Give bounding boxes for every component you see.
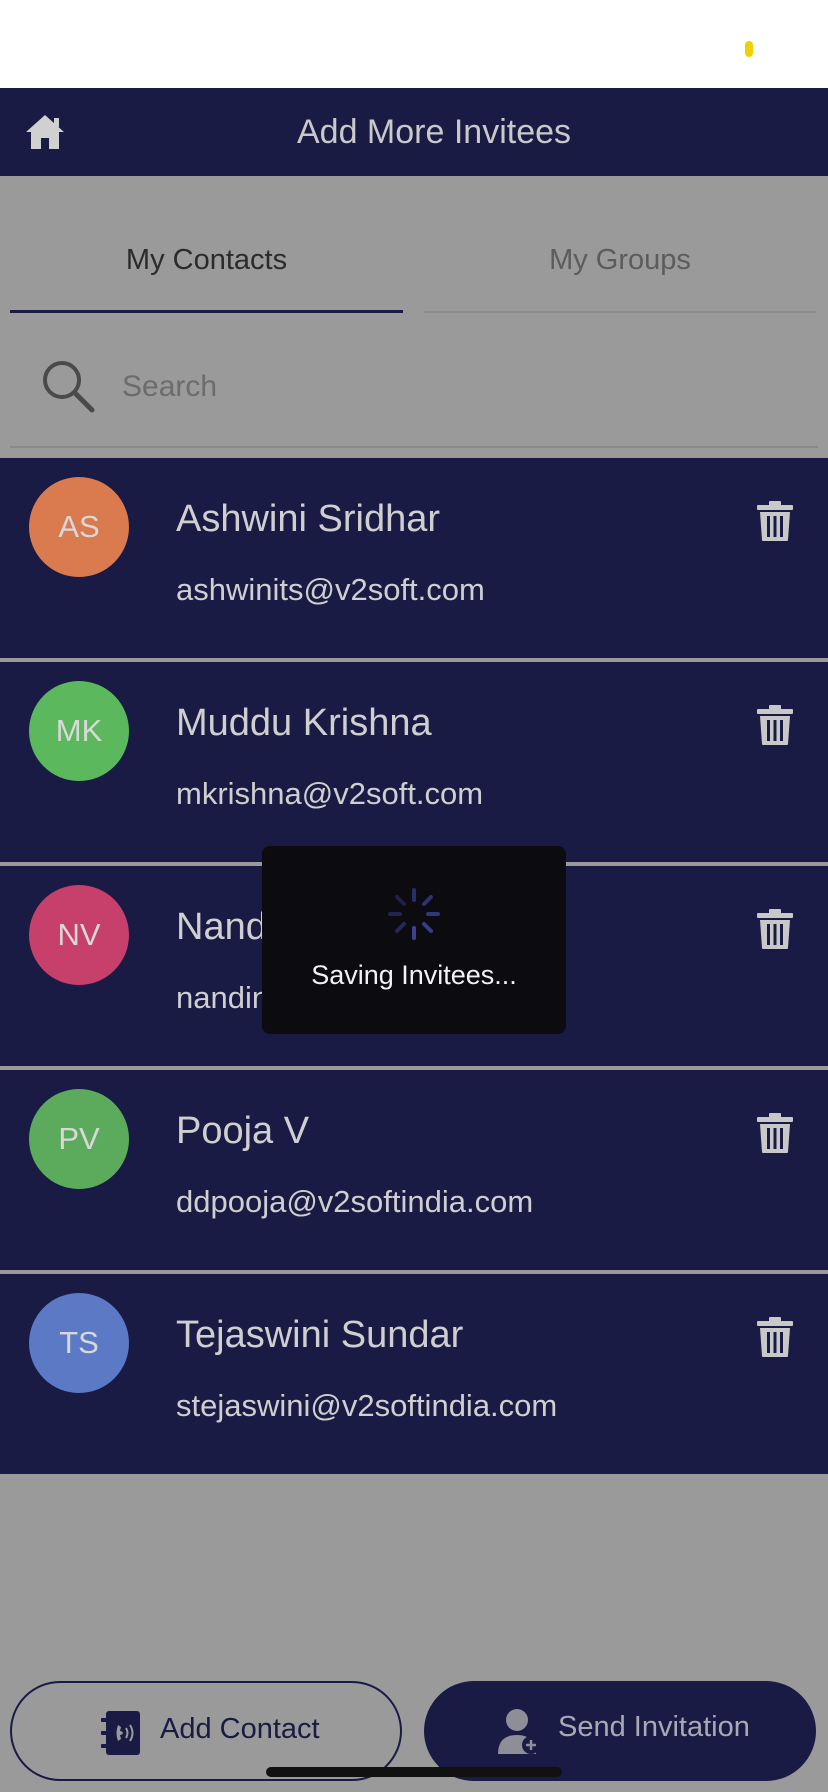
list-item[interactable]: TS Tejaswini Sundar stejaswini@v2softind… — [0, 1274, 828, 1474]
trash-icon[interactable] — [756, 1316, 794, 1358]
tab-my-groups[interactable]: My Groups — [424, 176, 816, 316]
home-icon[interactable] — [24, 112, 66, 152]
add-user-icon — [498, 1709, 540, 1754]
trash-icon[interactable] — [756, 908, 794, 950]
tab-divider — [424, 311, 816, 313]
loading-toast: Saving Invitees... — [262, 846, 566, 1034]
invitee-name: Tejaswini Sundar — [176, 1314, 464, 1356]
tab-my-contacts[interactable]: My Contacts — [10, 176, 403, 316]
list-item[interactable]: PV Pooja V ddpooja@v2softindia.com — [0, 1070, 828, 1270]
invitee-email: stejaswini@v2softindia.com — [176, 1388, 558, 1423]
trash-icon[interactable] — [756, 500, 794, 542]
active-tab-indicator — [10, 310, 403, 313]
app-header: Add More Invitees — [0, 88, 828, 176]
tab-bar: My Contacts My Groups — [0, 176, 828, 316]
home-indicator — [266, 1767, 562, 1777]
list-item[interactable]: MK Muddu Krishna mkrishna@v2soft.com — [0, 662, 828, 862]
invitee-email: ashwinits@v2soft.com — [176, 572, 485, 607]
recording-indicator — [745, 41, 753, 57]
contact-book-icon — [101, 1711, 140, 1755]
avatar: MK — [29, 681, 129, 781]
avatar: NV — [29, 885, 129, 985]
avatar: AS — [29, 477, 129, 577]
add-contact-button[interactable]: Add Contact — [10, 1681, 402, 1781]
toast-message: Saving Invitees... — [311, 960, 517, 990]
invitee-name: Ashwini Sridhar — [176, 498, 440, 540]
invitee-email: mkrishna@v2soft.com — [176, 776, 484, 811]
tab-label: My Groups — [549, 244, 691, 276]
invitee-name: Muddu Krishna — [176, 702, 432, 744]
page-title: Add More Invitees — [296, 113, 572, 151]
status-bar — [0, 0, 828, 88]
send-invitation-label: Send Invitation — [558, 1711, 750, 1743]
send-invitation-button[interactable]: Send Invitation — [424, 1681, 816, 1781]
list-item[interactable]: AS Ashwini Sridhar ashwinits@v2soft.com — [0, 458, 828, 658]
invitee-email: ddpooja@v2softindia.com — [176, 1184, 534, 1219]
tab-label: My Contacts — [125, 244, 288, 276]
avatar: PV — [29, 1089, 129, 1189]
trash-icon[interactable] — [756, 704, 794, 746]
add-contact-label: Add Contact — [160, 1713, 320, 1745]
spinner-icon — [388, 888, 440, 940]
invitee-name: Pooja V — [176, 1110, 310, 1152]
search-bar — [10, 340, 818, 448]
avatar: TS — [29, 1293, 129, 1393]
search-icon — [43, 361, 95, 413]
trash-icon[interactable] — [756, 1112, 794, 1154]
search-input[interactable] — [120, 362, 724, 412]
